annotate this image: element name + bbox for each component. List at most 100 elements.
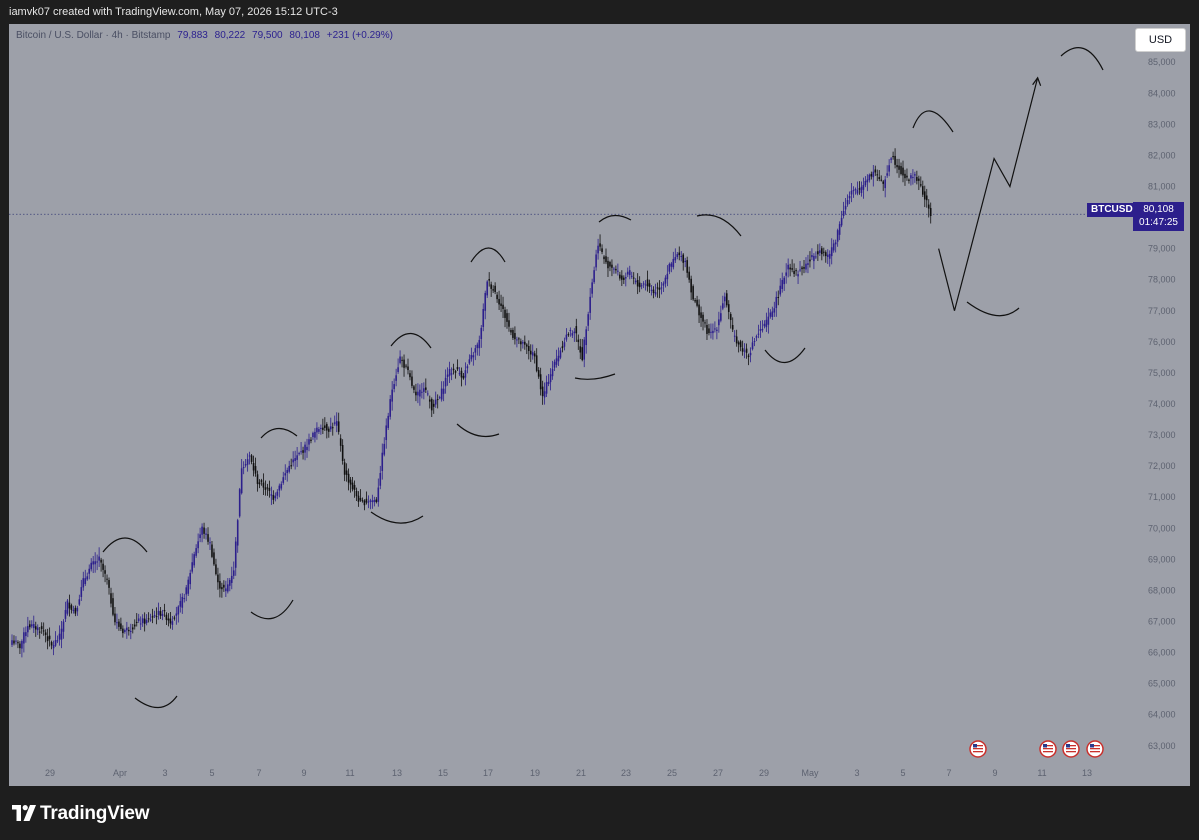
candle-body	[741, 348, 744, 352]
candle-body	[761, 328, 764, 331]
candle-body	[436, 399, 439, 401]
candle-body	[698, 304, 700, 316]
candle-body	[834, 242, 837, 245]
candle-body	[428, 399, 431, 402]
candle-body	[601, 248, 603, 252]
candle-body	[478, 339, 481, 349]
candle-body	[381, 452, 384, 471]
candle-body	[595, 254, 597, 268]
candle-body	[549, 374, 552, 383]
y-tick-label: 66,000	[1148, 648, 1176, 658]
candle-body	[58, 633, 61, 640]
candle-body	[650, 289, 653, 291]
candle-body	[712, 330, 714, 334]
chart-legend: Bitcoin / U.S. Dollar · 4h · Bitstamp 79…	[16, 30, 393, 41]
candle-body	[236, 520, 239, 546]
candle-body	[118, 621, 120, 627]
candle-body	[474, 348, 477, 353]
chart-area[interactable]: 63,000 64,000 65,000 66,000 67,000 68,000 69,0…	[9, 24, 1190, 786]
candle-body	[498, 298, 500, 305]
candle-body	[195, 548, 197, 556]
candle-body	[684, 260, 686, 262]
candle-body	[76, 607, 79, 612]
candle-body	[329, 426, 332, 430]
candle-body	[575, 326, 578, 334]
candle-body	[242, 467, 245, 469]
y-tick-label: 77,000	[1148, 306, 1176, 316]
candle-body	[763, 323, 766, 327]
candle-body	[126, 627, 128, 631]
candle-body	[860, 186, 863, 193]
candle-body	[607, 260, 609, 269]
y-tick-label: 78,000	[1148, 275, 1176, 285]
candle-body	[411, 376, 413, 386]
x-tick-label: Apr	[113, 768, 127, 778]
x-tick-label: 9	[301, 768, 306, 778]
candle-body	[852, 190, 855, 192]
candle-body	[288, 465, 290, 472]
candle-body	[60, 628, 63, 640]
candle-body	[579, 346, 582, 353]
swing-top-arc	[696, 214, 742, 237]
candle-body	[646, 279, 649, 287]
candle-body	[272, 495, 275, 500]
candle-body	[710, 331, 712, 333]
candle-body	[246, 459, 249, 465]
candle-body	[229, 579, 231, 586]
candle-body	[337, 421, 340, 432]
candle-body	[506, 313, 508, 322]
us-event-flag-icon[interactable]	[1062, 740, 1080, 758]
candle-body	[256, 474, 259, 484]
candle-body	[500, 303, 502, 307]
candle-body	[333, 422, 336, 424]
last-price-box: 80,108 01:47:25	[1133, 202, 1184, 231]
candle-body	[211, 544, 213, 557]
candle-body	[922, 186, 924, 195]
candle-body	[427, 393, 429, 395]
candle-body	[300, 451, 302, 453]
candle-body	[405, 365, 407, 367]
candle-body	[252, 463, 255, 471]
candle-body	[516, 339, 518, 341]
candle-body	[490, 284, 492, 289]
currency-button[interactable]: USD	[1135, 28, 1186, 52]
candle-body	[371, 500, 374, 503]
candle-body	[181, 596, 184, 608]
candle-body	[912, 176, 914, 178]
candle-body	[23, 632, 25, 644]
candle-body	[120, 623, 122, 630]
candle-body	[417, 391, 419, 396]
price-chart[interactable]: 63,000 64,000 65,000 66,000 67,000 68,000 69,0…	[9, 24, 1190, 786]
us-event-flag-icon[interactable]	[969, 740, 987, 758]
candle-body	[801, 267, 803, 270]
candle-body	[787, 264, 789, 270]
candle-body	[124, 629, 126, 632]
us-event-flag-icon[interactable]	[1039, 740, 1057, 758]
candle-body	[199, 534, 201, 539]
candle-body	[630, 275, 633, 277]
swing-bottom-arc	[574, 373, 616, 380]
candle-body	[280, 483, 283, 489]
us-event-flag-icon[interactable]	[1086, 740, 1104, 758]
candle-body	[670, 263, 673, 267]
candle-body	[373, 500, 376, 503]
candle-body	[599, 243, 601, 247]
candle-body	[771, 311, 774, 317]
candle-body	[757, 333, 760, 335]
candle-body	[365, 498, 368, 503]
candle-body	[731, 325, 734, 330]
swing-top-arc	[390, 332, 432, 349]
candle-body	[54, 640, 57, 646]
candle-body	[292, 459, 294, 463]
candle-body	[557, 355, 560, 362]
candle-body	[856, 190, 859, 194]
candle-body	[197, 541, 199, 549]
candle-body	[185, 587, 188, 595]
swing-bottom-arc	[456, 423, 500, 437]
candle-body	[276, 491, 279, 496]
candle-body	[36, 627, 39, 631]
candle-body	[918, 178, 920, 181]
candle-body	[739, 341, 742, 348]
candle-body	[442, 388, 445, 394]
x-tick-label: 13	[392, 768, 402, 778]
